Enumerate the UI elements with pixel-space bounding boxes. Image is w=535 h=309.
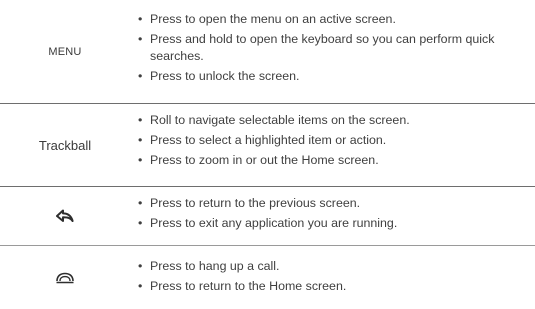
key-cell-menu: MENU [0,0,130,103]
key-cell-trackball: Trackball [0,104,130,186]
end-call-icon [56,272,74,283]
description-cell-menu: Press to open the menu on an active scre… [138,11,533,88]
description-cell-back: Press to return to the previous screen. … [138,195,533,235]
list-item: Press to return to the previous screen. [138,195,533,212]
back-arrow-icon [56,209,74,222]
table-row-menu: MENU Press to open the menu on an active… [0,0,535,103]
list-item: Press to select a highlighted item or ac… [138,132,533,149]
list-item: Press to hang up a call. [138,258,533,275]
table-row-end-call: Press to hang up a call. Press to return… [0,246,535,309]
table-row-back: Press to return to the previous screen. … [0,187,535,245]
description-cell-end-call: Press to hang up a call. Press to return… [138,258,533,298]
list-item: Press to exit any application you are ru… [138,215,533,232]
list-item: Roll to navigate selectable items on the… [138,112,533,129]
list-item: Press to zoom in or out the Home screen. [138,152,533,169]
key-cell-end-call [0,246,130,309]
key-function-table: MENU Press to open the menu on an active… [0,0,535,309]
table-row-trackball: Trackball Roll to navigate selectable it… [0,104,535,186]
key-cell-back [0,187,130,245]
list-item: Press and hold to open the keyboard so y… [138,31,533,64]
list-item: Press to return to the Home screen. [138,278,533,295]
menu-key-label: MENU [48,45,82,58]
trackball-key-label: Trackball [38,137,92,153]
list-item: Press to unlock the screen. [138,68,533,85]
list-item: Press to open the menu on an active scre… [138,11,533,28]
description-cell-trackball: Roll to navigate selectable items on the… [138,112,533,172]
